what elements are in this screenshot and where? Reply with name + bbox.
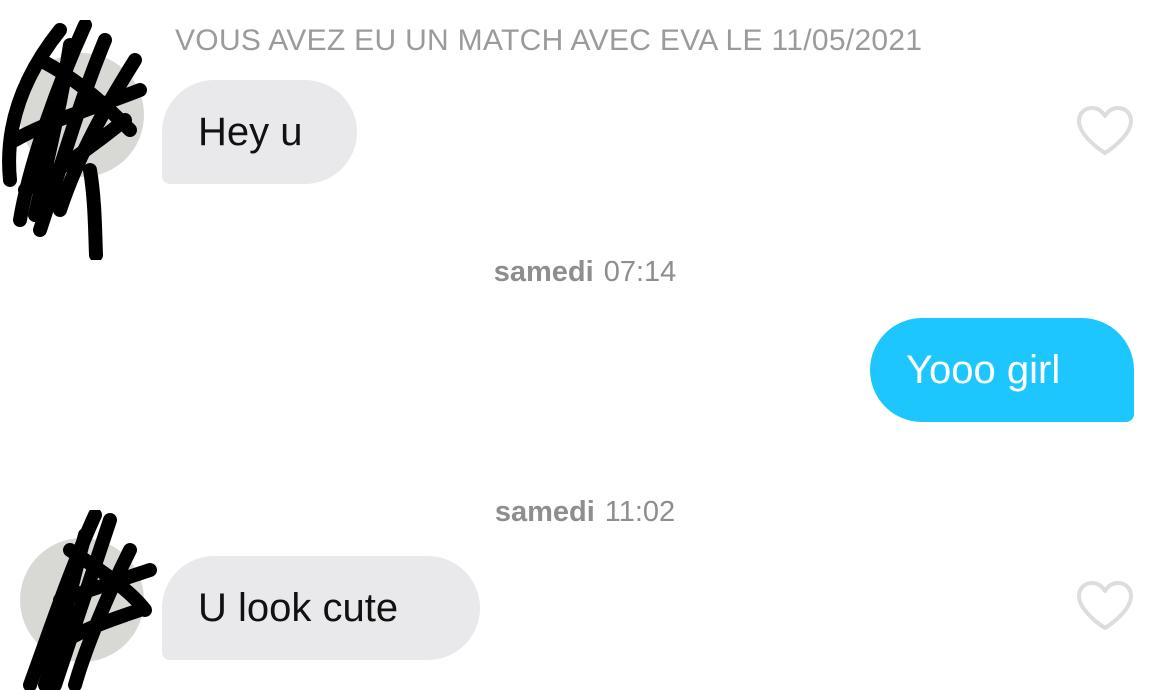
redacted-avatar-icon[interactable] bbox=[20, 510, 157, 690]
heart-outline-icon[interactable] bbox=[1076, 105, 1134, 157]
message-timestamp: samedi 11:02 bbox=[0, 496, 1170, 529]
timestamp-day: samedi bbox=[494, 496, 595, 528]
timestamp-time: 07:14 bbox=[603, 256, 677, 288]
message-timestamp: samedi 07:14 bbox=[0, 256, 1170, 289]
timestamp-day: samedi bbox=[493, 256, 594, 288]
redacted-avatar-icon[interactable] bbox=[2, 20, 147, 260]
message-bubble-received[interactable]: Hey u bbox=[162, 80, 357, 184]
match-banner: VOUS AVEZ EU UN MATCH AVEC EVA LE 11/05/… bbox=[175, 24, 923, 57]
message-bubble-received[interactable]: U look cute bbox=[162, 556, 480, 660]
message-bubble-sent[interactable]: Yooo girl bbox=[870, 318, 1134, 422]
timestamp-time: 11:02 bbox=[604, 496, 676, 528]
heart-outline-icon[interactable] bbox=[1076, 580, 1134, 632]
